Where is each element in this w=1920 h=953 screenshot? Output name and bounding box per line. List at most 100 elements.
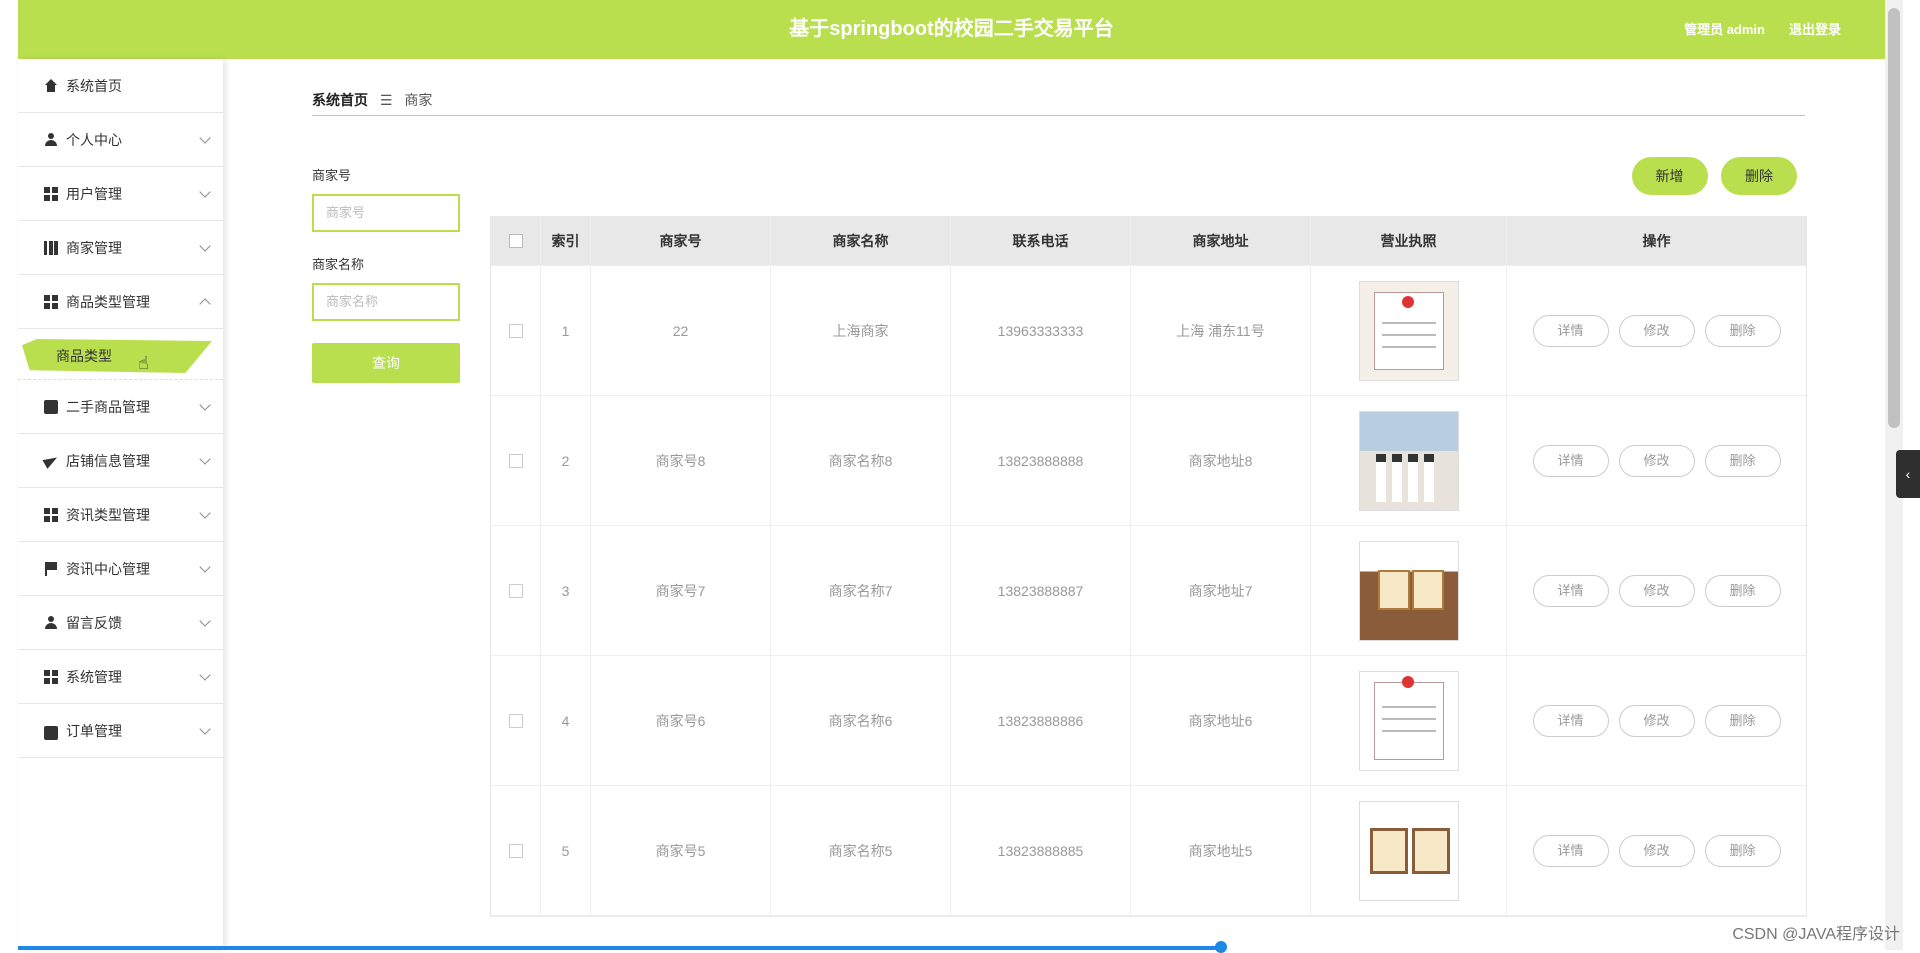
- row-select-cell: [491, 266, 541, 395]
- edit-button[interactable]: 修改: [1618, 574, 1695, 607]
- detail-button[interactable]: 详情: [1532, 314, 1609, 347]
- delete-button[interactable]: 删除: [1704, 574, 1781, 607]
- delete-button[interactable]: 删除: [1704, 704, 1781, 737]
- flag-icon: [44, 561, 58, 576]
- collapse-side-tab[interactable]: ‹: [1896, 450, 1920, 498]
- row-select-cell: [491, 526, 541, 655]
- chevron-down-icon: [199, 561, 211, 573]
- sidebar-item-feedback[interactable]: 留言反馈: [18, 596, 223, 650]
- cell-phone: 13823888886: [951, 656, 1131, 785]
- merchant-name-input[interactable]: 商家名称: [312, 283, 460, 321]
- detail-button[interactable]: 详情: [1532, 574, 1609, 607]
- query-button[interactable]: 查询: [312, 343, 460, 383]
- sidebar-item-news-type[interactable]: 资讯类型管理: [18, 488, 223, 542]
- detail-button[interactable]: 详情: [1532, 444, 1609, 477]
- chevron-down-icon: [199, 723, 211, 735]
- cell-operations: 详情 修改 删除: [1507, 656, 1806, 785]
- main-content: 系统首页 ☰ 商家 商家号 商家号 商家名称 商家名称 查询 新增 删除 索引 …: [312, 85, 1807, 917]
- delete-button[interactable]: 删除: [1704, 444, 1781, 477]
- submenu-item-product-type[interactable]: 商品类型: [22, 339, 212, 373]
- cell-index: 3: [541, 526, 591, 655]
- sidebar-item-shop-info[interactable]: 店铺信息管理: [18, 434, 223, 488]
- grid-icon: [44, 294, 58, 309]
- cell-index: 4: [541, 656, 591, 785]
- row-checkbox[interactable]: [508, 843, 523, 858]
- add-button[interactable]: 新增: [1631, 157, 1708, 195]
- logout-link[interactable]: 退出登录: [1789, 0, 1841, 59]
- sidebar-item-label: 商品类型管理: [66, 293, 150, 310]
- sidebar-item-merchant-management[interactable]: 商家管理: [18, 221, 223, 275]
- cell-operations: 详情 修改 删除: [1507, 786, 1806, 915]
- row-checkbox[interactable]: [508, 713, 523, 728]
- sidebar-item-personal-center[interactable]: 个人中心: [18, 113, 223, 167]
- edit-button[interactable]: 修改: [1618, 704, 1695, 737]
- breadcrumb-separator-icon: ☰: [379, 92, 393, 108]
- sidebar-item-label: 用户管理: [66, 185, 122, 202]
- header-operations: 操作: [1642, 233, 1671, 249]
- breadcrumb-home[interactable]: 系统首页: [312, 92, 368, 108]
- chevron-left-icon: ‹: [1905, 466, 1911, 482]
- delete-button[interactable]: 删除: [1704, 834, 1781, 867]
- sidebar-item-second-hand-goods[interactable]: 二手商品管理: [18, 380, 223, 434]
- wallet-icon: [44, 725, 58, 740]
- license-image: [1358, 280, 1459, 381]
- grid-icon: [44, 507, 58, 522]
- cell-merchant-no: 商家号6: [591, 656, 771, 785]
- sidebar-item-news-center[interactable]: 资讯中心管理: [18, 542, 223, 596]
- video-progress-bar[interactable]: [18, 946, 1223, 950]
- cell-address: 商家地址7: [1131, 526, 1311, 655]
- row-checkbox[interactable]: [508, 323, 523, 338]
- delete-button[interactable]: 删除: [1704, 314, 1781, 347]
- license-image: [1358, 670, 1459, 771]
- chevron-up-icon: [199, 298, 211, 310]
- toolbar-actions: 新增 删除: [1623, 157, 1797, 195]
- cell-index: 5: [541, 786, 591, 915]
- book-icon: [44, 240, 58, 255]
- sidebar-item-system-management[interactable]: 系统管理: [18, 650, 223, 704]
- sidebar-item-label: 资讯类型管理: [66, 506, 150, 523]
- cell-operations: 详情 修改 删除: [1507, 396, 1806, 525]
- select-all-checkbox[interactable]: [508, 234, 523, 248]
- table-header: 索引 商家号 商家名称 联系电话 商家地址 营业执照 操作: [491, 217, 1806, 266]
- cell-license: [1311, 786, 1507, 915]
- license-image: [1358, 540, 1459, 641]
- grid-icon: [44, 186, 58, 201]
- edit-button[interactable]: 修改: [1618, 314, 1695, 347]
- watermark: CSDN @JAVA程序设计: [1732, 926, 1900, 943]
- grid-icon: [44, 669, 58, 684]
- edit-button[interactable]: 修改: [1618, 834, 1695, 867]
- sidebar-item-label: 系统管理: [66, 668, 122, 685]
- sidebar-item-label: 资讯中心管理: [66, 560, 150, 577]
- hand-cursor-icon: ☝: [138, 353, 149, 373]
- sidebar-item-order-management[interactable]: 订单管理: [18, 704, 223, 758]
- edit-button[interactable]: 修改: [1618, 444, 1695, 477]
- top-header: 基于springboot的校园二手交易平台 管理员 admin 退出登录: [18, 0, 1885, 59]
- detail-button[interactable]: 详情: [1532, 704, 1609, 737]
- cell-license: [1311, 396, 1507, 525]
- header-phone: 联系电话: [951, 217, 1131, 265]
- row-select-cell: [491, 656, 541, 785]
- cell-merchant-no: 22: [591, 266, 771, 395]
- row-checkbox[interactable]: [508, 453, 523, 468]
- merchant-no-input[interactable]: 商家号: [312, 194, 460, 232]
- sidebar-item-home[interactable]: 系统首页: [18, 59, 223, 113]
- cell-phone: 13823888887: [951, 526, 1131, 655]
- sidebar-item-label: 个人中心: [66, 131, 122, 148]
- breadcrumb: 系统首页 ☰ 商家: [312, 85, 1805, 116]
- cell-license: [1311, 656, 1507, 785]
- sidebar-item-product-type-management[interactable]: 商品类型管理: [18, 275, 223, 329]
- detail-button[interactable]: 详情: [1532, 834, 1609, 867]
- batch-delete-button[interactable]: 删除: [1721, 157, 1797, 195]
- progress-knob[interactable]: [1215, 941, 1227, 953]
- cell-merchant-name: 商家名称7: [771, 526, 951, 655]
- chevron-down-icon: [199, 453, 211, 465]
- table-row: 4 商家号6 商家名称6 13823888886 商家地址6 详情 修改 删除: [491, 656, 1806, 786]
- header-address: 商家地址: [1131, 217, 1311, 265]
- merchant-name-label: 商家名称: [312, 257, 365, 272]
- cell-merchant-no: 商家号8: [591, 396, 771, 525]
- sidebar: 系统首页 个人中心 用户管理 商家管理 商品类型管理 商品类型 ☝ 二手商品管理…: [18, 59, 223, 950]
- sidebar-item-user-management[interactable]: 用户管理: [18, 167, 223, 221]
- header-license: 营业执照: [1311, 217, 1507, 265]
- row-checkbox[interactable]: [508, 583, 523, 598]
- scrollbar-thumb[interactable]: [1888, 8, 1900, 428]
